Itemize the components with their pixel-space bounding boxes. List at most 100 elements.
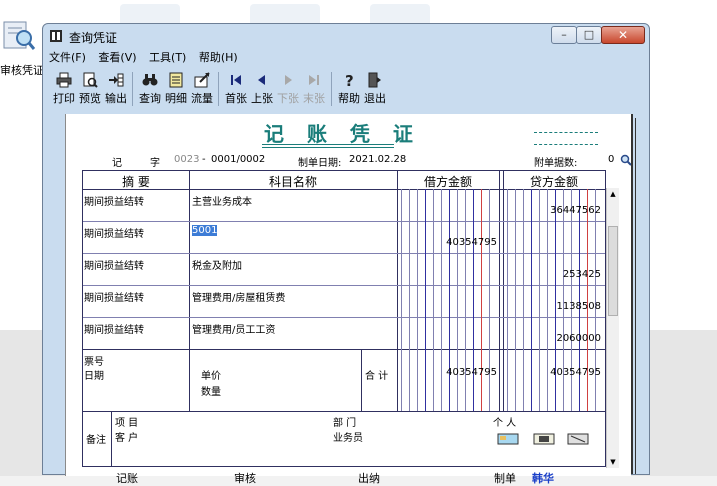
next-icon <box>285 75 292 85</box>
vertical-scrollbar[interactable]: ▲ ▼ <box>606 188 619 468</box>
exit-button[interactable]: 退出 <box>362 70 388 108</box>
row-credit[interactable]: 1138508 <box>507 301 601 312</box>
col-divider <box>503 171 504 411</box>
next-button[interactable]: 下张 <box>275 70 301 108</box>
maximize-button[interactable]: □ <box>576 26 602 44</box>
preview-icon <box>83 72 98 88</box>
exit-icon <box>368 72 381 88</box>
row-summary[interactable]: 期间损益结转 <box>84 225 144 240</box>
dashed-line <box>534 132 598 133</box>
row-account[interactable]: 管理费用/房屋租赁费 <box>192 289 285 304</box>
attachments-count[interactable]: 0 <box>608 154 614 165</box>
first-button[interactable]: 首张 <box>223 70 249 108</box>
preview-button[interactable]: 预览 <box>77 70 103 108</box>
voucher-dash: - <box>202 154 206 165</box>
audit-voucher-icon[interactable] <box>2 18 36 52</box>
header-credit: 贷方金额 <box>529 175 578 189</box>
last-icon <box>309 75 319 85</box>
print-button[interactable]: 打印 <box>51 70 77 108</box>
menu-tools[interactable]: 工具(T) <box>149 49 186 65</box>
header-account: 科目名称 <box>268 175 317 189</box>
row-debit[interactable]: 40354795 <box>401 237 497 248</box>
person-label: 个 人 <box>493 418 517 429</box>
voucher-zi: 字 <box>150 158 160 169</box>
title-underline <box>262 147 394 148</box>
close-button[interactable]: ✕ <box>601 26 645 44</box>
toolbar-separator <box>132 72 133 106</box>
card-icon[interactable] <box>533 433 555 445</box>
detail-icon <box>169 72 183 88</box>
card-icon[interactable] <box>497 433 519 445</box>
date-label: 制单日期: <box>298 158 342 169</box>
total-label: 合 计 <box>365 371 389 382</box>
header-debit: 借方金额 <box>423 175 472 189</box>
toolbar-separator <box>218 72 219 106</box>
total-debit: 40354795 <box>446 367 497 378</box>
voucher-number[interactable]: 0023 <box>174 154 199 165</box>
row-summary[interactable]: 期间损益结转 <box>84 193 144 208</box>
last-button[interactable]: 末张 <box>301 70 327 108</box>
footer-maker-label: 制单 <box>494 472 516 485</box>
col-divider <box>499 171 500 411</box>
row-credit[interactable]: 36447562 <box>507 205 601 216</box>
query-button[interactable]: 查询 <box>137 70 163 108</box>
footer-review: 审核 <box>234 472 256 485</box>
toolbar-separator <box>331 72 332 106</box>
quantity-label: 数量 <box>201 387 221 398</box>
customer-label: 客 户 <box>115 433 139 444</box>
voucher-title: 记 账 凭 证 <box>264 122 421 146</box>
footer-bookkeeping: 记账 <box>116 472 138 485</box>
export-button[interactable]: 输出 <box>103 70 129 108</box>
row-account[interactable]: 税金及附加 <box>192 257 242 272</box>
scroll-thumb[interactable] <box>608 226 618 316</box>
menu-view[interactable]: 查看(V) <box>98 49 136 65</box>
document-edge <box>635 118 636 474</box>
project-label: 项 目 <box>115 418 139 429</box>
query-voucher-window: 查询凭证 – □ ✕ 文件(F) 查看(V) 工具(T) 帮助(H) 打印 预览… <box>42 23 650 485</box>
menu-bar: 文件(F) 查看(V) 工具(T) 帮助(H) <box>49 49 247 67</box>
title-bar[interactable]: 查询凭证 – □ ✕ <box>43 24 649 48</box>
card-icon[interactable] <box>567 433 589 445</box>
audit-voucher-label[interactable]: 审核凭证 <box>0 62 44 78</box>
remark-label: 备注 <box>86 435 106 446</box>
row-credit[interactable]: 253425 <box>507 269 601 280</box>
window-title: 查询凭证 <box>69 31 118 45</box>
row-account[interactable]: 管理费用/员工工资 <box>192 321 275 336</box>
voucher-table: 摘 要 科目名称 借方金额 贷方金额 期间损益结转 主营业务成本 3644756… <box>82 170 606 467</box>
scroll-down-arrow-icon[interactable]: ▼ <box>607 456 619 468</box>
prev-button[interactable]: 上张 <box>249 70 275 108</box>
scroll-up-arrow-icon[interactable]: ▲ <box>607 188 619 200</box>
svg-text:?: ? <box>345 72 354 88</box>
menu-help[interactable]: 帮助(H) <box>199 49 238 65</box>
col-divider <box>397 171 398 411</box>
help-icon: ? <box>345 72 354 88</box>
ticket-date-label: 日期 <box>84 371 104 382</box>
detail-button[interactable]: 明细 <box>163 70 189 108</box>
flow-button[interactable]: 流量 <box>189 70 215 108</box>
ticket-no-label: 票号 <box>84 357 104 368</box>
footer-maker-name: 韩华 <box>532 472 554 485</box>
menu-file[interactable]: 文件(F) <box>49 49 86 65</box>
row-summary[interactable]: 期间损益结转 <box>84 289 144 304</box>
voucher-type[interactable]: 记 <box>112 154 122 169</box>
help-button[interactable]: ? 帮助 <box>336 70 362 108</box>
row-account-selected[interactable]: 5001 <box>192 225 218 236</box>
row-credit[interactable]: 2060000 <box>507 333 601 344</box>
unit-price-label: 单价 <box>201 371 221 382</box>
department-label: 部 门 <box>333 418 357 429</box>
bottom-divider <box>83 411 605 412</box>
row-summary[interactable]: 期间损益结转 <box>84 321 144 336</box>
minimize-button[interactable]: – <box>551 26 577 44</box>
remark-divider <box>111 411 112 467</box>
row-account[interactable]: 主营业务成本 <box>192 193 252 208</box>
voucher-date[interactable]: 2021.02.28 <box>349 154 406 165</box>
row-summary[interactable]: 期间损益结转 <box>84 257 144 272</box>
document-edge <box>631 114 633 474</box>
salesperson-label: 业务员 <box>333 433 363 444</box>
total-divider <box>361 349 362 411</box>
binoculars-icon <box>142 74 158 86</box>
first-icon <box>231 75 241 85</box>
attachments-label: 附单据数: <box>534 158 578 169</box>
total-credit: 40354795 <box>550 367 601 378</box>
dashed-line <box>534 144 598 145</box>
